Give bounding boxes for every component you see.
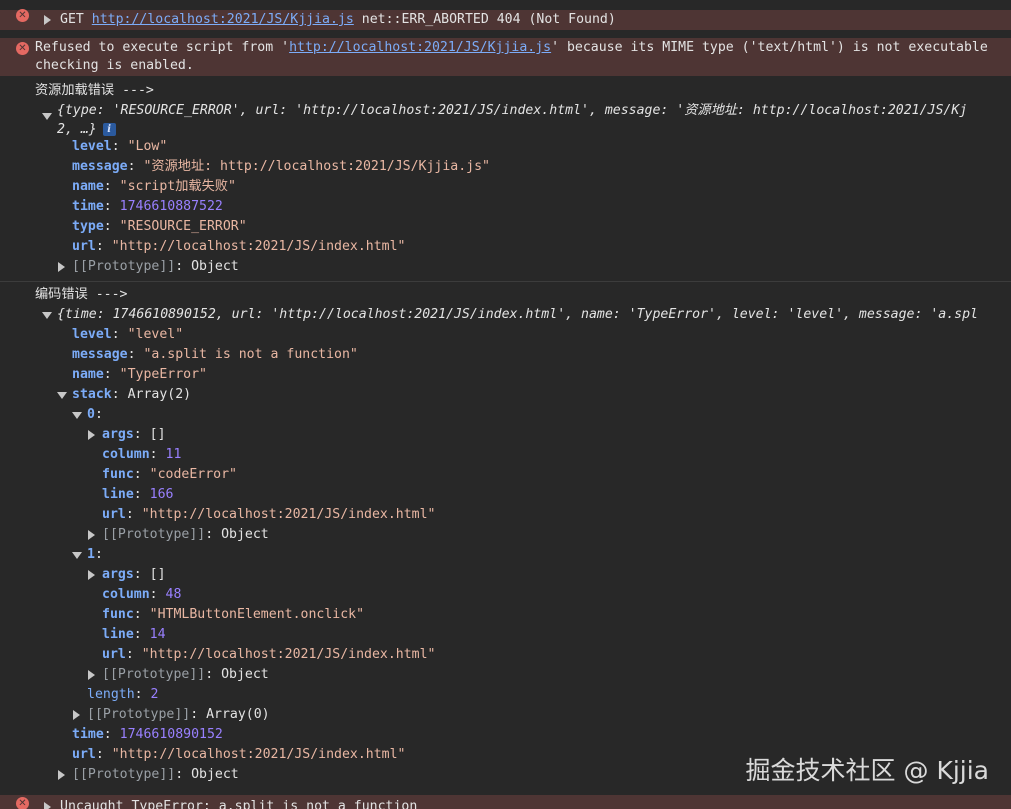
expand-arrow-icon[interactable] bbox=[44, 15, 51, 25]
collapse-arrow-icon[interactable] bbox=[42, 312, 52, 319]
prop-type: type: "RESOURCE_ERROR" bbox=[72, 219, 247, 234]
code-prop-message: message: "a.split is not a function" bbox=[72, 347, 358, 362]
log-label-code: 编码错误 ---> bbox=[35, 287, 128, 302]
error-icon: ✕ bbox=[16, 42, 29, 55]
expand-arrow-icon[interactable] bbox=[73, 710, 80, 720]
log-label-resource: 资源加载错误 ---> bbox=[35, 83, 154, 98]
console-error-network[interactable]: ✕ GET http://localhost:2021/JS/Kjjia.js … bbox=[0, 9, 1011, 30]
script-url-link[interactable]: http://localhost:2021/JS/Kjjia.js bbox=[92, 12, 354, 27]
error-icon: ✕ bbox=[16, 9, 29, 22]
code-prop-time: time: 1746610890152 bbox=[72, 727, 223, 742]
frame-0-func: func: "codeError" bbox=[102, 467, 237, 482]
stack-frame-1[interactable]: 1: bbox=[0, 545, 1011, 565]
frame-1-func: func: "HTMLButtonElement.onclick" bbox=[102, 607, 365, 622]
code-object-preview[interactable]: {time: 1746610890152, url: 'http://local… bbox=[0, 305, 1011, 325]
expand-arrow-icon[interactable] bbox=[88, 570, 95, 580]
frame-1-url: url: "http://localhost:2021/JS/index.htm… bbox=[102, 647, 436, 662]
expand-arrow-icon[interactable] bbox=[88, 670, 95, 680]
collapse-arrow-icon[interactable] bbox=[72, 412, 82, 419]
prop-message: message: "资源地址: http://localhost:2021/JS… bbox=[72, 159, 490, 174]
collapse-arrow-icon[interactable] bbox=[72, 552, 82, 559]
frame-1-line: line: 14 bbox=[102, 627, 166, 642]
mime-error-text: Refused to execute script from 'http://l… bbox=[35, 40, 988, 55]
resource-object-preview[interactable]: {type: 'RESOURCE_ERROR', url: 'http://lo… bbox=[0, 101, 1011, 121]
prop-url: url: "http://localhost:2021/JS/index.htm… bbox=[72, 239, 406, 254]
prop-name: name: "script加载失败" bbox=[72, 179, 236, 194]
code-prop-name: name: "TypeError" bbox=[72, 367, 207, 382]
expand-arrow-icon[interactable] bbox=[58, 262, 65, 272]
frame-0-url: url: "http://localhost:2021/JS/index.htm… bbox=[102, 507, 436, 522]
network-error-text: GET http://localhost:2021/JS/Kjjia.js ne… bbox=[60, 12, 616, 27]
expand-arrow-icon[interactable] bbox=[88, 430, 95, 440]
expand-arrow-icon[interactable] bbox=[44, 802, 51, 809]
frame-0-prototype[interactable]: [[Prototype]]: Object bbox=[0, 525, 1011, 545]
frame-0-args[interactable]: args: [] bbox=[0, 425, 1011, 445]
prop-level: level: "Low" bbox=[72, 139, 168, 154]
console-error-uncaught[interactable]: ✕ Uncaught TypeError: a.split is not a f… bbox=[0, 795, 1011, 809]
frame-0-column: column: 11 bbox=[102, 447, 182, 462]
error-icon: ✕ bbox=[16, 797, 29, 809]
console-error-mime: ✕ Refused to execute script from 'http:/… bbox=[0, 38, 1011, 76]
mime-error-text-line2: checking is enabled. bbox=[35, 58, 194, 73]
stack-length: length: 2 bbox=[87, 687, 159, 702]
frame-1-args[interactable]: args: [] bbox=[0, 565, 1011, 585]
frame-1-prototype[interactable]: [[Prototype]]: Object bbox=[0, 665, 1011, 685]
expand-arrow-icon[interactable] bbox=[88, 530, 95, 540]
frame-0-line: line: 166 bbox=[102, 487, 174, 502]
expand-arrow-icon[interactable] bbox=[58, 770, 65, 780]
stack-frame-0[interactable]: 0: bbox=[0, 405, 1011, 425]
code-prop-stack[interactable]: stack: Array(2) bbox=[0, 385, 1011, 405]
script-url-link[interactable]: http://localhost:2021/JS/Kjjia.js bbox=[289, 40, 551, 55]
prop-time: time: 1746610887522 bbox=[72, 199, 223, 214]
prop-prototype[interactable]: [[Prototype]]: Object bbox=[0, 257, 1011, 277]
log-separator bbox=[0, 281, 1011, 282]
collapse-arrow-icon[interactable] bbox=[57, 392, 67, 399]
code-prop-level: level: "level" bbox=[72, 327, 184, 342]
frame-1-column: column: 48 bbox=[102, 587, 182, 602]
collapse-arrow-icon[interactable] bbox=[42, 113, 52, 120]
info-icon[interactable]: i bbox=[102, 123, 116, 136]
watermark: 掘金技术社区 @ Kjjia bbox=[745, 756, 989, 785]
stack-prototype[interactable]: [[Prototype]]: Array(0) bbox=[0, 705, 1011, 725]
